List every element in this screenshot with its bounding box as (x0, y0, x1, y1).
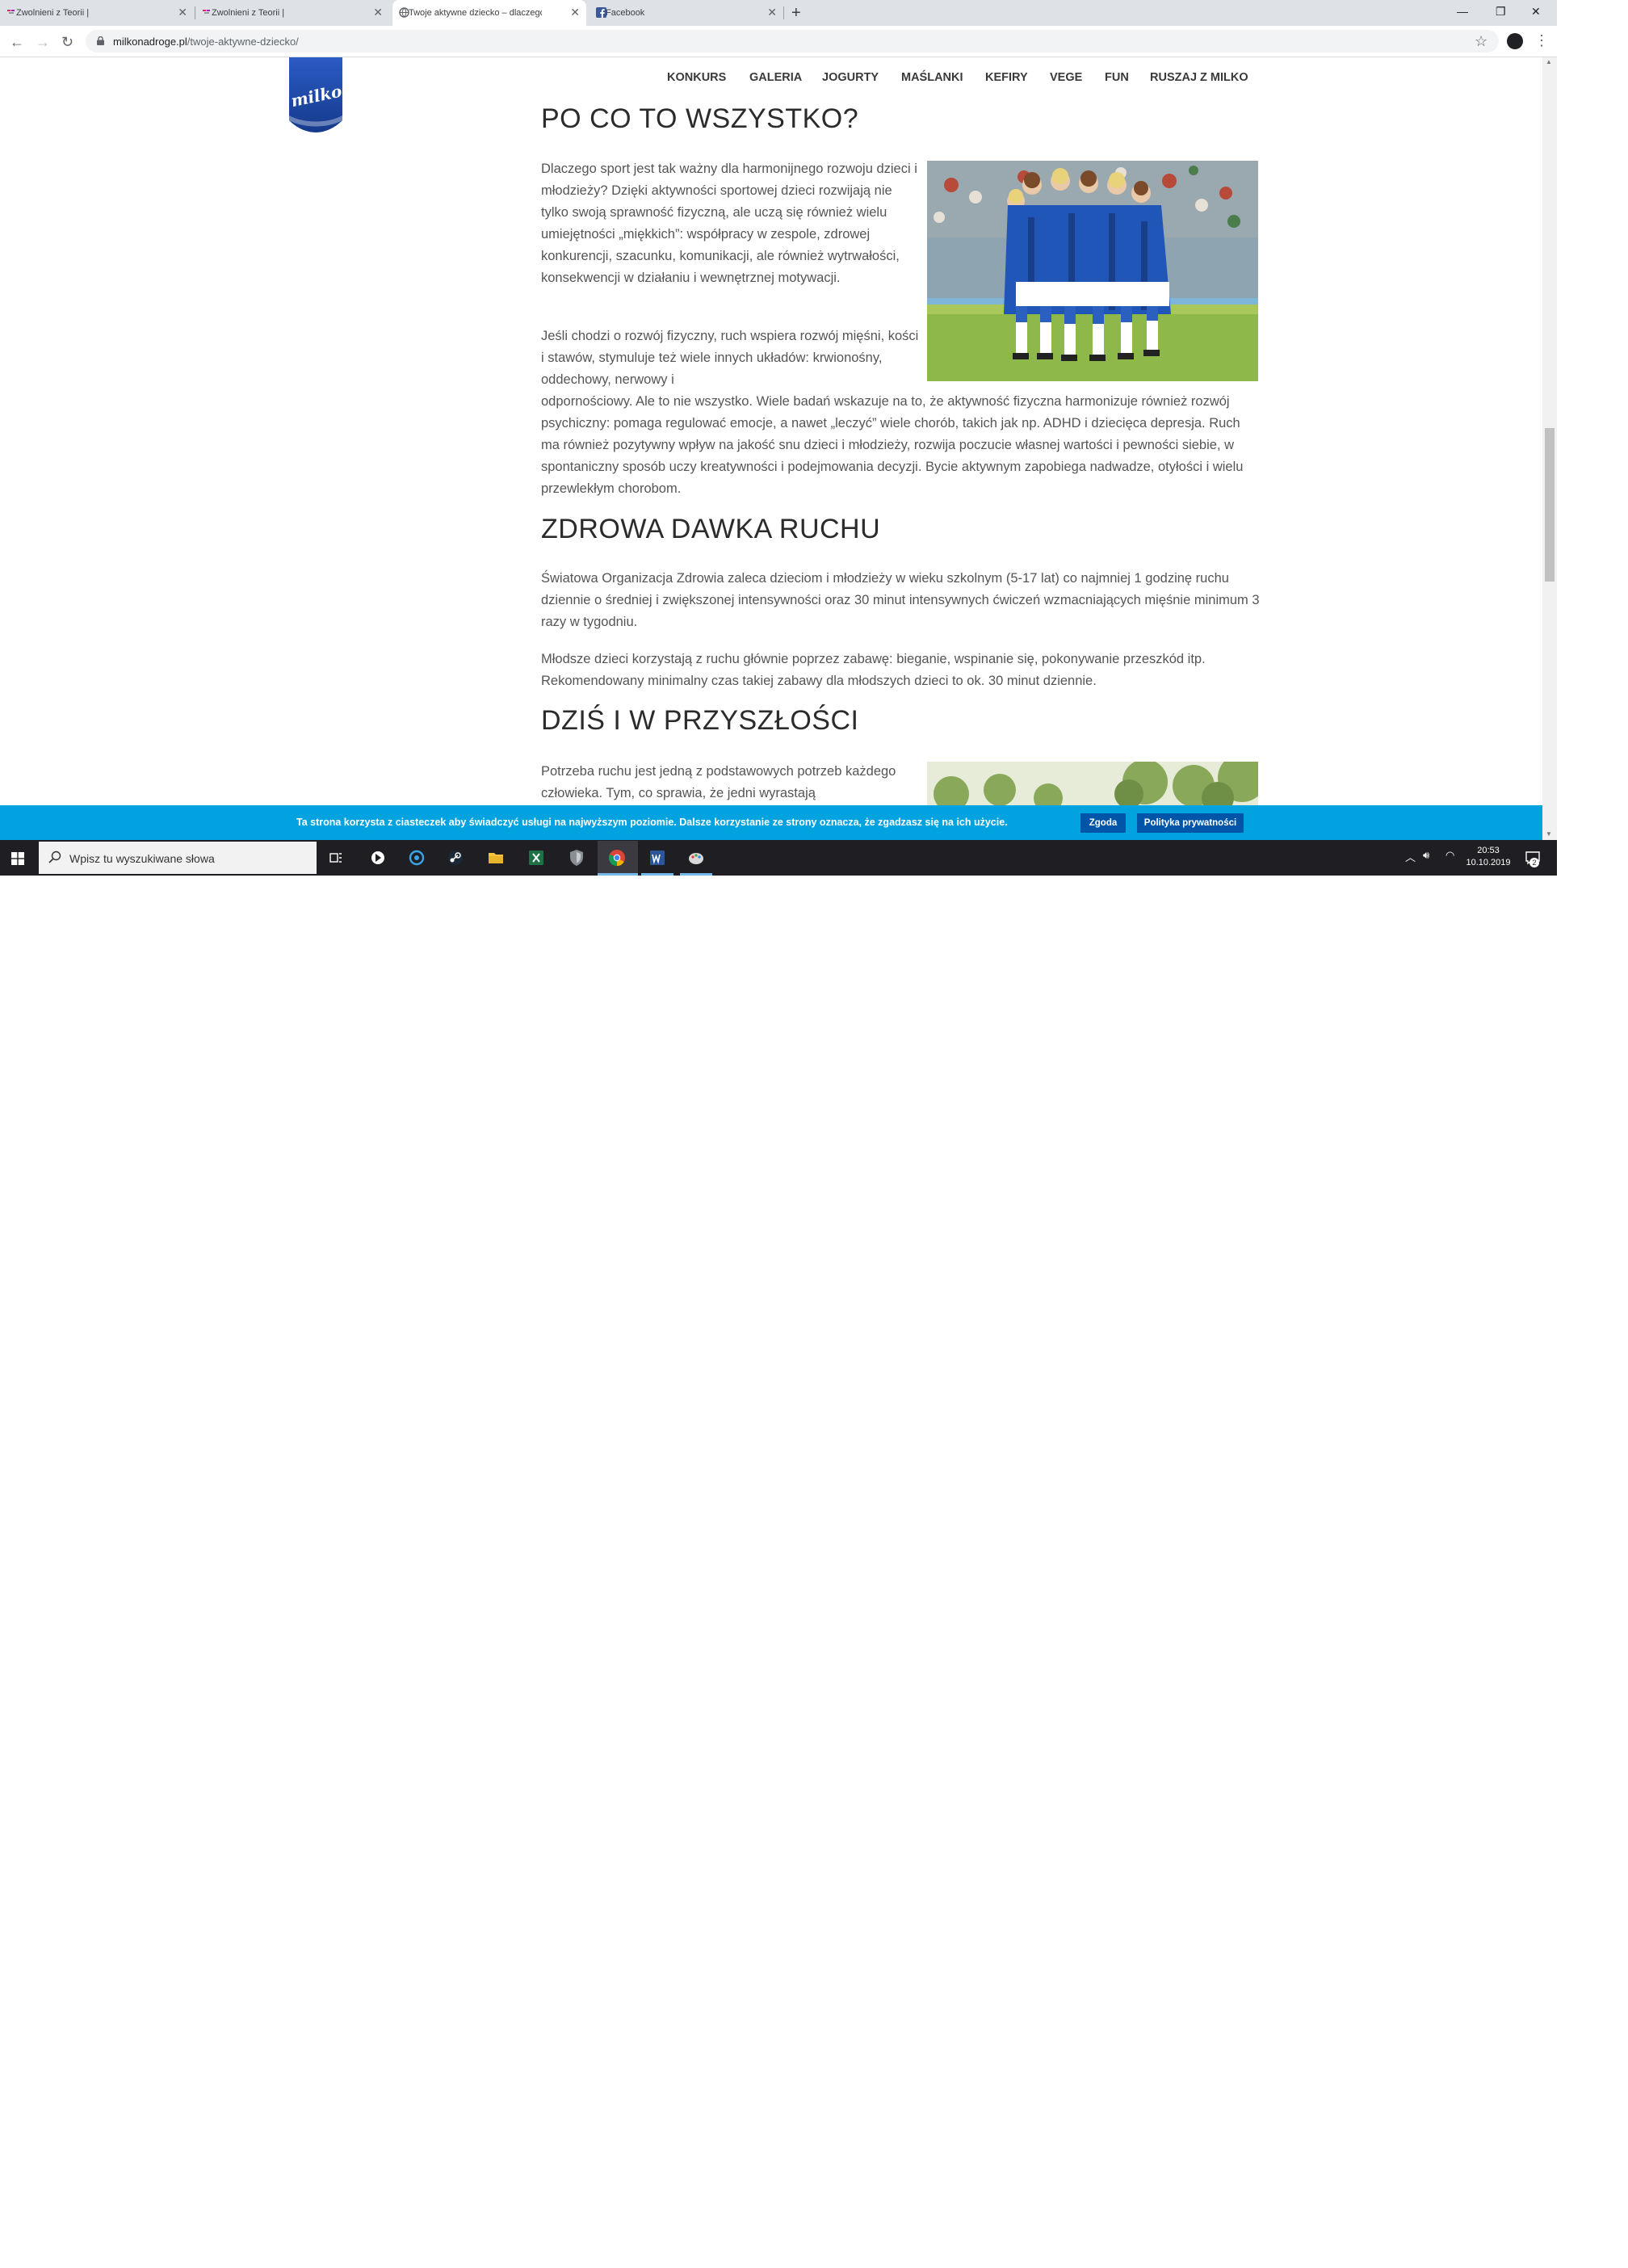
url-domain: milkonadroge.pl (113, 36, 187, 48)
paragraph: odpornościowy. Ale to nie wszystko. Wiel… (541, 394, 1244, 496)
open-app-indicator (641, 873, 673, 876)
chrome-icon[interactable] (607, 848, 627, 867)
scroll-up-icon[interactable]: ▲ (1546, 58, 1552, 65)
word-icon[interactable] (648, 848, 667, 867)
reload-icon[interactable]: ↻ (61, 33, 73, 51)
site-favicon-icon (7, 10, 15, 14)
section-heading: DZIŚ I W PRZYSZŁOŚCI (541, 705, 859, 736)
paragraph: Światowa Organizacja Zdrowia zaleca dzie… (541, 571, 1260, 629)
restore-button[interactable]: ❐ (1496, 3, 1506, 19)
forward-arrow-icon[interactable]: → (36, 33, 50, 51)
profile-avatar[interactable] (1507, 33, 1523, 49)
children-team-huddle-image (927, 161, 1258, 381)
clock-date: 10.10.2019 (1466, 858, 1511, 867)
browser-tab[interactable]: Zwolnieni z Teorii | ✕ (195, 0, 389, 26)
paragraph: Potrzeba ruchu jest jedną z podstawowych… (541, 764, 896, 800)
close-tab-icon[interactable]: ✕ (373, 6, 383, 18)
taskbar-clock[interactable]: 20:53 10.10.2019 (1460, 845, 1517, 869)
windows-start-icon[interactable] (11, 852, 24, 865)
trees-image (927, 762, 1258, 805)
globe-icon (399, 7, 409, 18)
browser-tab-strip: Zwolnieni z Teorii | ✕ Zwolnieni z Teori… (0, 0, 1557, 26)
paragraph: Jeśli chodzi o rozwój fizyczny, ruch wsp… (541, 329, 919, 387)
security-shield-icon[interactable] (567, 848, 586, 867)
tab-divider (783, 6, 784, 19)
url-path: /twoje-aktywne-dziecko/ (187, 36, 299, 48)
minimize-button[interactable]: — (1457, 3, 1468, 19)
scrollbar-thumb[interactable] (1545, 428, 1555, 582)
nav-item-konkurs[interactable]: KONKURS (667, 71, 726, 84)
nav-item-jogurty[interactable]: JOGURTY (822, 71, 879, 84)
taskbar-search-placeholder: Wpisz tu wyszukiwane słowa (69, 852, 215, 865)
nav-item-galeria[interactable]: GALERIA (749, 71, 802, 84)
task-view-icon[interactable] (326, 848, 346, 867)
search-icon (48, 850, 61, 863)
nav-item-fun[interactable]: FUN (1105, 71, 1129, 84)
excel-icon[interactable] (527, 848, 546, 867)
cookie-text: Ta strona korzysta z ciasteczek aby świa… (296, 817, 1008, 828)
browser-menu-icon[interactable]: ⋮ (1534, 32, 1549, 49)
url-text[interactable]: milkonadroge.pl/twoje-aktywne-dziecko/ (113, 36, 299, 48)
section-heading: ZDROWA DAWKA RUCHU (541, 514, 881, 544)
tab-title: Zwolnieni z Teorii | (16, 8, 90, 18)
close-tab-icon[interactable]: ✕ (570, 6, 580, 18)
close-tab-icon[interactable]: ✕ (767, 6, 777, 18)
file-explorer-icon[interactable] (486, 848, 506, 867)
open-app-indicator (680, 873, 712, 876)
cookie-accept-button[interactable]: Zgoda (1080, 813, 1126, 833)
privacy-policy-button[interactable]: Polityka prywatności (1137, 813, 1244, 833)
tab-title: Facebook (606, 8, 645, 18)
section-heading: PO CO TO WSZYSTKO? (541, 103, 859, 134)
blank-margin (1557, 0, 1628, 876)
paragraph: Młodsze dzieci korzystają z ruchu główni… (541, 652, 1206, 688)
battle-net-icon[interactable] (407, 848, 426, 867)
back-arrow-icon[interactable]: ← (10, 33, 24, 51)
network-icon[interactable]: ◠ (1445, 849, 1454, 862)
nav-item-kefiry[interactable]: KEFIRY (985, 71, 1028, 84)
media-player-icon[interactable] (368, 848, 388, 867)
site-favicon-icon (203, 10, 210, 14)
browser-tab[interactable]: Zwolnieni z Teorii | ✕ (0, 0, 194, 26)
paragraph: Dlaczego sport jest tak ważny dla harmon… (541, 162, 917, 285)
facebook-icon (596, 7, 606, 18)
scroll-down-icon[interactable]: ▼ (1546, 830, 1552, 838)
notification-count-badge: 2 (1529, 858, 1539, 867)
lock-icon (97, 36, 104, 45)
clock-time: 20:53 (1477, 846, 1500, 855)
browser-tab[interactable]: Facebook ✕ (590, 0, 783, 26)
browser-tab-active[interactable]: Twoje aktywne dziecko – dlaczego ✕ (392, 0, 586, 26)
close-tab-icon[interactable]: ✕ (178, 6, 187, 18)
nav-item-ruszaj-z-milko[interactable]: RUSZAJ Z MILKO (1150, 71, 1248, 84)
steam-icon[interactable] (446, 848, 465, 867)
volume-icon[interactable]: 🔊︎ (1423, 849, 1429, 862)
close-window-button[interactable]: ✕ (1531, 3, 1541, 19)
paint-app-icon[interactable] (686, 848, 706, 867)
new-tab-button[interactable]: + (791, 3, 801, 23)
tab-title: Twoje aktywne dziecko – dlaczego (409, 8, 542, 18)
active-app-indicator (598, 873, 638, 876)
tab-title: Zwolnieni z Teorii | (212, 8, 285, 18)
nav-item-vege[interactable]: VEGE (1050, 71, 1082, 84)
bookmark-star-icon[interactable]: ☆ (1475, 33, 1487, 50)
nav-item-maslanki[interactable]: MAŚLANKI (901, 71, 963, 84)
show-hidden-icons-chevron-icon[interactable]: ︿ (1405, 849, 1416, 864)
